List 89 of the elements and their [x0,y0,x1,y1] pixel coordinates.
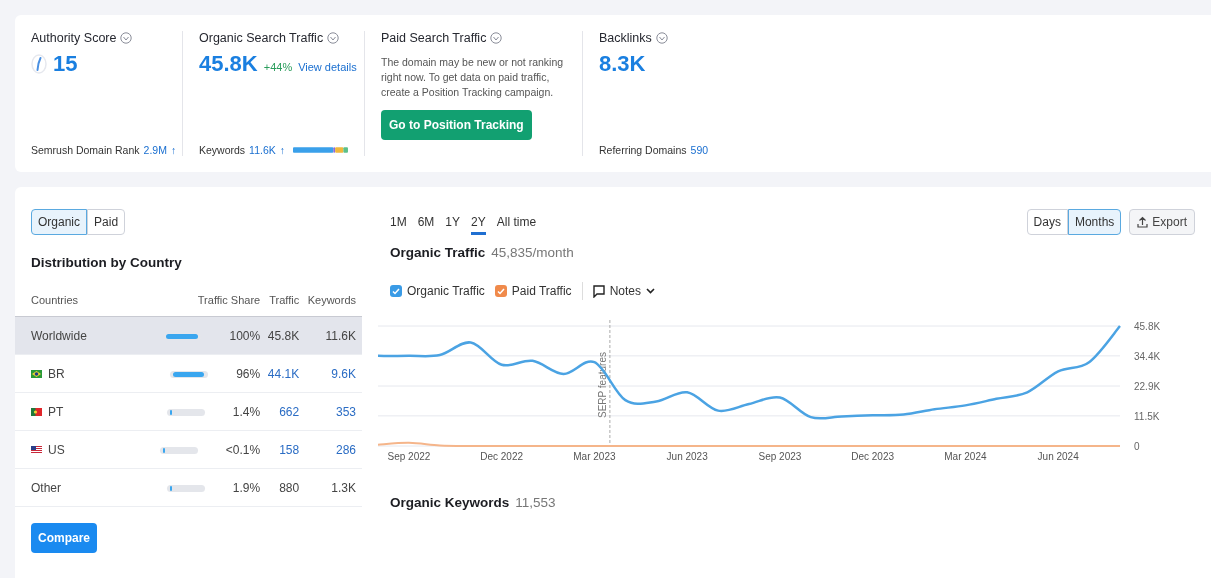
traffic-value: 45.8K [266,316,306,355]
traffic-share-value: 1.4% [232,404,261,419]
chevron-down-icon [646,288,655,294]
info-icon [655,32,668,44]
country-name[interactable]: US [48,442,65,457]
axis-label: Sep 2023 [758,451,802,462]
keywords-count: 11,553 [515,495,556,510]
compare-button[interactable]: Compare [31,523,97,553]
keywords-value[interactable]: 9.6K [305,354,362,393]
axis-label: Mar 2023 [573,451,616,462]
period-tab[interactable]: 1Y [445,215,461,235]
chart-title: Organic Traffic [390,245,486,260]
traffic-share-value: <0.1% [225,442,261,457]
info-message: The domain may be new or not ranking right now. To get data on paid traffic, create a Position Tracking campaign. [381,55,565,100]
keywords-value: 11.6K [305,316,362,355]
axis-label: 34.4K [1134,350,1161,362]
column-header: Traffic Share [155,284,267,317]
period-tab[interactable]: All time [496,215,537,235]
keywords-value: 1.3K [305,468,362,507]
export-button[interactable]: Export [1129,209,1195,235]
chart-title: Organic Keywords [390,495,510,510]
flag-icon [31,407,42,416]
flag-icon [31,445,42,454]
period-tab[interactable]: 2Y [471,215,486,235]
trend-arrow: ↑ [170,144,177,156]
change-value: +44% [263,61,293,73]
footer-value[interactable]: 2.9M [143,144,167,156]
checkbox[interactable] [494,285,507,297]
view-details-link[interactable]: View details [298,61,357,73]
traffic-share-value: 100% [229,328,261,343]
axis-label: Jun 2023 [666,451,708,462]
period-tab[interactable]: 1M [390,215,407,235]
info-icon [120,32,133,44]
monthly-traffic-value: 45,835/month [491,245,574,260]
column-header: Traffic [266,284,306,317]
axis-label: Sep 2022 [387,451,431,462]
flag-icon [31,369,42,378]
axis-label: 22.9K [1134,381,1161,392]
footer-label: Semrush Domain Rank [31,144,140,156]
footer-value[interactable]: 11.6K [249,144,276,156]
traffic-share-value: 1.9% [232,480,261,495]
granularity-toggle[interactable]: Days [1026,209,1068,235]
metric-title: Backlinks [599,31,652,45]
traffic-value[interactable]: 44.1K [266,354,306,393]
country-name[interactable]: Other [31,480,61,495]
info-icon [490,32,503,44]
axis-label: Jun 2024 [1037,451,1079,462]
authority-score-value: 15 [53,51,78,77]
granularity-toggle[interactable]: Months [1067,209,1122,235]
backlinks-value: 8.3K [599,51,646,77]
source-tab[interactable]: Paid [87,209,126,235]
metric-title: Organic Search Traffic [199,31,324,45]
column-header: Keywords [305,284,362,317]
note-icon [592,284,605,298]
traffic-value: 880 [266,468,306,507]
info-icon [327,32,340,44]
keyword-distribution-bar [293,147,348,153]
footer-label: Keywords [199,144,246,156]
axis-label: Mar 2024 [944,451,987,462]
axis-label: Dec 2022 [480,451,524,462]
period-tab[interactable]: 6M [417,215,435,235]
annotation-label: SERP features [596,352,608,418]
axis-label: 11.5K [1134,410,1160,422]
metric-title: Authority Score [31,31,117,45]
organic-traffic-value: 45.8K [199,51,258,77]
trend-arrow: ↑ [279,144,286,156]
country-name[interactable]: PT [48,404,64,419]
checkbox[interactable] [390,285,402,297]
axis-label: Dec 2023 [851,451,895,462]
country-name[interactable]: Worldwide [31,328,87,343]
gauge-icon [31,54,47,74]
legend-checkbox[interactable]: Paid Traffic [494,284,572,298]
footer-label: Referring Domains [599,144,687,156]
column-header: Countries [15,284,155,317]
country-name[interactable]: BR [48,366,65,381]
traffic-value[interactable]: 158 [266,430,306,469]
upload-icon [1137,216,1149,228]
legend-checkbox[interactable]: Organic Traffic [390,284,485,298]
notes-dropdown[interactable]: Notes [592,284,655,298]
axis-label: 0 [1134,441,1140,452]
metric-title: Paid Search Traffic [381,31,487,45]
axis-label: 45.8K [1134,321,1161,332]
traffic-value[interactable]: 662 [266,392,306,431]
source-tab[interactable]: Organic [31,209,88,235]
section-title: Distribution by Country [31,255,183,270]
keywords-value[interactable]: 286 [305,430,362,469]
keywords-value[interactable]: 353 [305,392,362,431]
traffic-share-value: 96% [236,366,261,381]
footer-value[interactable]: 590 [690,144,709,156]
